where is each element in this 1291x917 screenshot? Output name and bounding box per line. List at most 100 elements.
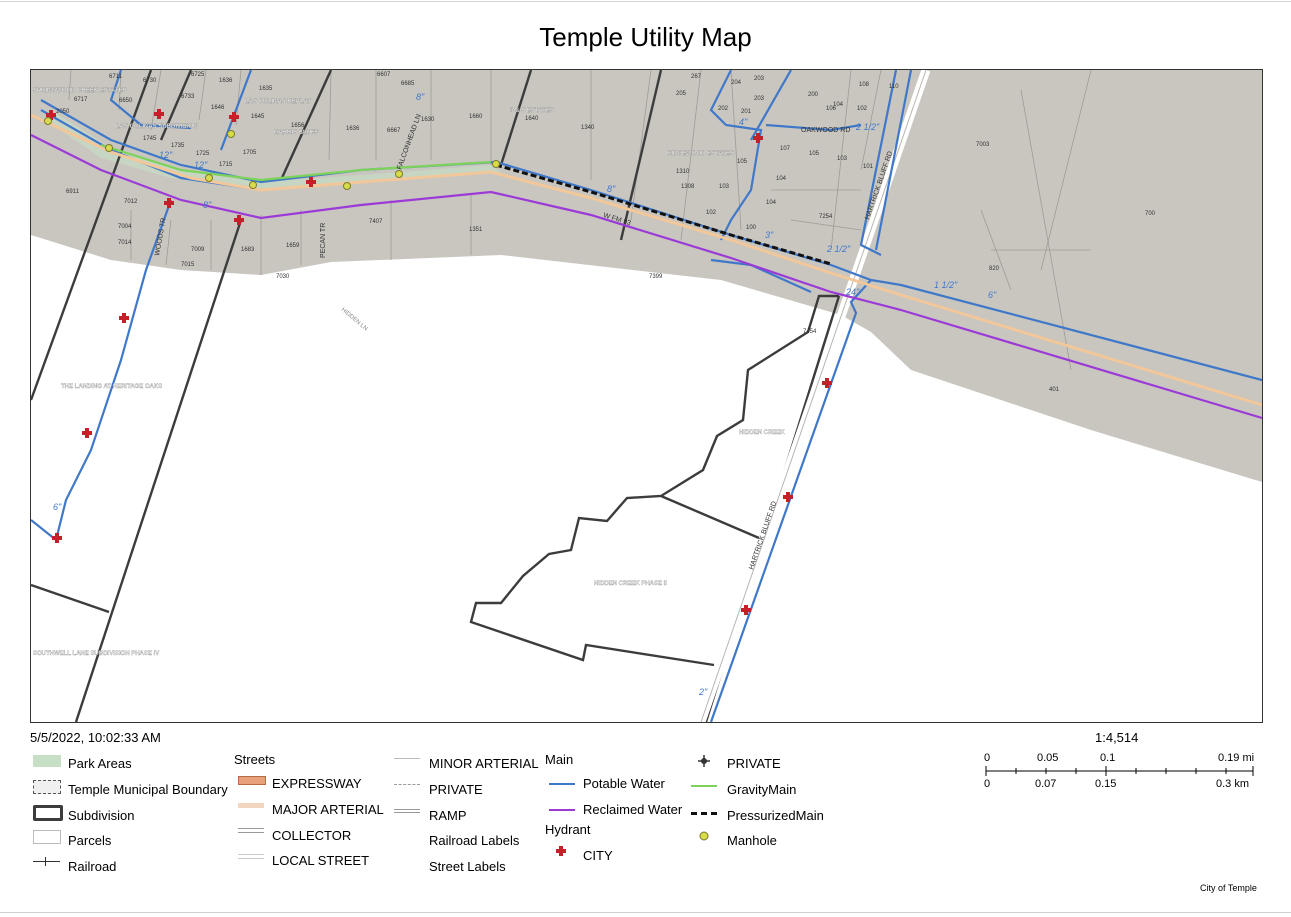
svg-text:1630: 1630 xyxy=(421,117,435,123)
svg-text:203: 203 xyxy=(754,76,765,82)
map-canvas[interactable]: SPRINGWOOD CREEK ESTATES LAS COLINAS SUB… xyxy=(31,70,1262,722)
svg-text:1660: 1660 xyxy=(469,114,483,120)
svg-text:104: 104 xyxy=(766,200,777,206)
svg-text:6733: 6733 xyxy=(181,94,195,100)
svg-text:2": 2" xyxy=(698,687,708,697)
svg-text:7009: 7009 xyxy=(191,247,205,253)
scalebar-km-3: 0.3 km xyxy=(1216,778,1250,790)
svg-text:6911: 6911 xyxy=(66,189,80,195)
legend-gravity-main: GravityMain xyxy=(727,782,797,797)
svg-text:1351: 1351 xyxy=(469,227,483,233)
svg-text:HIDDEN LN: HIDDEN LN xyxy=(340,307,369,332)
local-street-swatch xyxy=(238,854,264,859)
svg-text:105: 105 xyxy=(809,151,820,157)
svg-text:103: 103 xyxy=(719,184,730,190)
svg-text:1659: 1659 xyxy=(286,243,300,249)
svg-text:7254: 7254 xyxy=(819,214,833,220)
svg-text:2050: 2050 xyxy=(56,109,70,115)
svg-text:6717: 6717 xyxy=(74,97,88,103)
svg-text:24": 24" xyxy=(845,287,860,297)
railroad-tick xyxy=(45,857,46,866)
svg-text:6": 6" xyxy=(53,502,62,512)
legend-subdivision: Subdivision xyxy=(68,808,135,823)
svg-text:1645: 1645 xyxy=(251,114,265,120)
svg-text:4": 4" xyxy=(739,117,748,127)
svg-text:1635: 1635 xyxy=(259,86,273,92)
legend-streets-heading: Streets xyxy=(234,752,276,767)
legend-park-areas: Park Areas xyxy=(68,756,132,771)
scalebar-mi-2: 0.1 xyxy=(1100,752,1116,764)
svg-text:100: 100 xyxy=(746,225,757,231)
svg-text:105: 105 xyxy=(737,159,748,165)
hydrant-private-icon xyxy=(698,755,710,767)
legend-major-arterial: MAJOR ARTERIAL xyxy=(272,802,384,817)
svg-text:1340: 1340 xyxy=(581,125,595,131)
svg-text:104: 104 xyxy=(776,176,787,182)
svg-text:1646: 1646 xyxy=(211,105,225,111)
legend-street-labels: Street Labels xyxy=(429,859,506,874)
svg-text:102: 102 xyxy=(857,106,868,112)
svg-text:6725: 6725 xyxy=(191,72,205,78)
svg-text:6607: 6607 xyxy=(377,72,391,78)
svg-text:1705: 1705 xyxy=(243,150,257,156)
svg-text:202: 202 xyxy=(718,106,729,112)
ramp-swatch xyxy=(394,809,420,813)
legend-hydrant-city: CITY xyxy=(583,848,613,863)
scalebar-mi-1: 0.05 xyxy=(1037,752,1059,764)
svg-text:700: 700 xyxy=(1145,211,1156,217)
map-view[interactable]: SPRINGWOOD CREEK ESTATES LAS COLINAS SUB… xyxy=(30,69,1263,723)
top-divider xyxy=(0,1,1291,2)
svg-text:LAS COLINAS SUBDIVISION: LAS COLINAS SUBDIVISION xyxy=(116,124,197,130)
svg-text:7407: 7407 xyxy=(369,219,383,225)
svg-text:LAS COLINAS REPLAT: LAS COLINAS REPLAT xyxy=(245,99,311,105)
manhole-icon xyxy=(699,831,709,841)
scalebar-graphic xyxy=(985,766,1254,776)
legend-private-hydrant: PRIVATE xyxy=(727,756,781,771)
legend-hydrant-heading: Hydrant xyxy=(545,822,591,837)
svg-text:1640: 1640 xyxy=(525,116,539,122)
svg-text:103: 103 xyxy=(837,156,848,162)
svg-text:2 1/2": 2 1/2" xyxy=(826,244,851,254)
legend-pressurized-main: PressurizedMain xyxy=(727,808,824,823)
hydrant-city-icon xyxy=(556,846,566,856)
minor-arterial-swatch xyxy=(394,758,420,759)
svg-text:OAKWOOD RD: OAKWOOD RD xyxy=(801,127,850,134)
gravity-main-swatch xyxy=(691,785,717,787)
svg-text:7004: 7004 xyxy=(118,224,132,230)
major-arterial-swatch xyxy=(238,803,264,808)
scalebar-km-0: 0 xyxy=(984,778,991,790)
svg-text:6650: 6650 xyxy=(119,98,133,104)
legend-parcels: Parcels xyxy=(68,833,112,848)
svg-text:8": 8" xyxy=(607,184,616,194)
svg-text:201: 201 xyxy=(741,109,752,115)
subdivision-swatch xyxy=(33,805,63,821)
svg-text:101: 101 xyxy=(863,164,874,170)
municipal-boundary-swatch xyxy=(33,780,61,794)
parcels-swatch xyxy=(33,830,61,844)
svg-text:1 1/2": 1 1/2" xyxy=(934,280,958,290)
credit-text: City of Temple xyxy=(1200,883,1257,893)
print-timestamp: 5/5/2022, 10:02:33 AM xyxy=(30,730,161,745)
svg-text:1725: 1725 xyxy=(196,151,210,157)
svg-text:7012: 7012 xyxy=(124,199,138,205)
legend-railroad: Railroad xyxy=(68,859,117,874)
pressurized-main-swatch xyxy=(691,812,717,815)
svg-text:SOUTHWELL LANE SUBDIVISION PHA: SOUTHWELL LANE SUBDIVISION PHASE IV xyxy=(33,651,159,657)
svg-text:12": 12" xyxy=(159,150,173,160)
scale-ratio: 1:4,514 xyxy=(1095,730,1139,745)
svg-text:7399: 7399 xyxy=(649,274,663,280)
svg-text:1310: 1310 xyxy=(676,169,690,175)
svg-text:7003: 7003 xyxy=(976,142,990,148)
svg-text:104: 104 xyxy=(833,102,844,108)
svg-text:1715: 1715 xyxy=(219,162,233,168)
legend-main-heading: Main xyxy=(545,752,574,767)
svg-text:2 1/2": 2 1/2" xyxy=(855,122,880,132)
scalebar-km-2: 0.15 xyxy=(1095,778,1117,790)
legend-reclaimed-water: Reclaimed Water xyxy=(583,802,683,817)
svg-text:1636: 1636 xyxy=(219,78,233,84)
svg-text:HARRIS BLUFF: HARRIS BLUFF xyxy=(274,130,319,136)
svg-text:204: 204 xyxy=(731,80,742,86)
svg-text:102: 102 xyxy=(706,210,717,216)
legend-local-street: LOCAL STREET xyxy=(272,853,370,868)
legend-potable-water: Potable Water xyxy=(583,776,665,791)
